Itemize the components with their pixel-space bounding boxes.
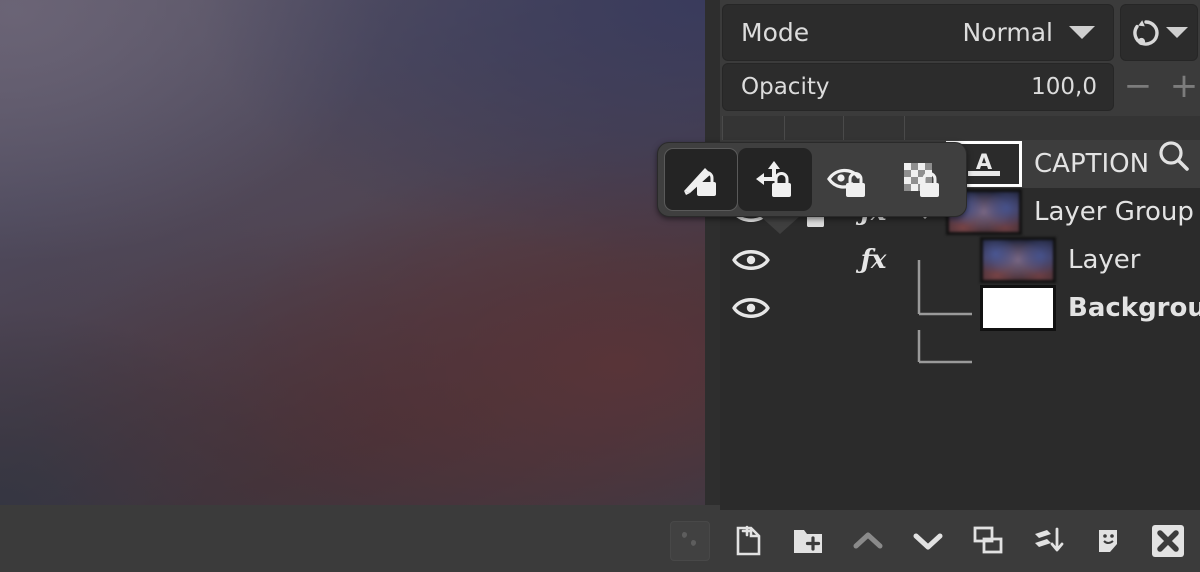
opacity-label: Opacity <box>741 74 830 100</box>
anchor-floating-layer-button[interactable] <box>660 510 720 572</box>
move-lock-icon <box>756 160 791 197</box>
visibility-eye-icon <box>732 250 770 270</box>
new-layer-icon <box>736 525 761 556</box>
search-icon <box>1159 141 1189 171</box>
new-layer-group-icon <box>794 530 822 553</box>
lower-layer-button[interactable] <box>902 510 954 572</box>
lock-position-button[interactable] <box>738 148 812 211</box>
chevron-down-icon <box>1166 27 1188 38</box>
mode-selector[interactable]: Mode Normal <box>722 4 1114 61</box>
fx-icon: ƒx <box>860 245 887 275</box>
layer-thumbnail[interactable] <box>980 237 1056 283</box>
layer-mask-icon <box>1099 530 1117 552</box>
layer-name[interactable]: CAPTION <box>1034 149 1149 179</box>
opacity-increase-button[interactable]: + <box>1162 63 1200 109</box>
opacity-decrease-button[interactable]: − <box>1116 63 1160 109</box>
layer-list-column-headers <box>722 116 1200 140</box>
duplicate-icon <box>973 526 1003 554</box>
eye-lock-icon <box>827 168 865 197</box>
merge-down-button[interactable] <box>1022 510 1074 572</box>
lock-popup-tail <box>760 216 800 234</box>
lock-visibility-button[interactable] <box>812 148 886 211</box>
raise-layer-button[interactable] <box>842 510 894 572</box>
opacity-row: Opacity 100,0 − + <box>720 63 1200 111</box>
layer-visibility-toggle[interactable] <box>720 246 782 274</box>
merge-down-icon <box>1035 527 1064 552</box>
opacity-value: 100,0 <box>1031 74 1097 100</box>
layer-row[interactable]: ƒx Layer <box>720 236 1200 284</box>
layer-row[interactable]: Background <box>720 284 1200 332</box>
visibility-eye-icon <box>732 298 770 318</box>
layer-effects-toggle[interactable]: ƒx <box>842 245 904 275</box>
search-button[interactable] <box>1155 138 1193 180</box>
anchor-icon <box>682 532 697 546</box>
layers-bottom-toolbar <box>0 510 1200 572</box>
lock-pixels-button[interactable] <box>664 148 738 211</box>
mode-value: Normal <box>962 18 1053 47</box>
layer-thumbnail[interactable] <box>980 285 1056 331</box>
column-divider <box>784 116 785 140</box>
add-layer-mask-button[interactable] <box>1082 510 1134 572</box>
layer-name[interactable]: Layer <box>1068 245 1141 275</box>
layer-visibility-toggle[interactable] <box>720 294 782 322</box>
chevron-up-icon <box>853 532 883 549</box>
opacity-slider[interactable]: Opacity 100,0 <box>722 63 1114 111</box>
gimp-layers-dock: Mode Normal Opacity 100,0 − + A CAPTION … <box>0 0 1200 572</box>
checkerboard-lock-icon <box>904 162 939 197</box>
brush-lock-icon <box>684 167 716 196</box>
new-layer-button[interactable] <box>722 510 774 572</box>
layers-dockable: Mode Normal Opacity 100,0 − + A CAPTION … <box>720 0 1200 572</box>
duplicate-layer-button[interactable] <box>962 510 1014 572</box>
delete-x-icon <box>1152 525 1184 557</box>
canvas-right-margin <box>705 0 720 505</box>
image-canvas[interactable] <box>0 0 705 505</box>
mode-row: Mode Normal <box>720 4 1200 61</box>
svg-text:A: A <box>976 150 993 174</box>
text-layer-icon: A <box>968 149 1000 176</box>
mode-label: Mode <box>741 18 810 47</box>
new-layer-group-button[interactable] <box>782 510 834 572</box>
mode-group-switch-button[interactable] <box>1120 4 1198 61</box>
column-divider <box>843 116 844 140</box>
lock-popup[interactable] <box>657 142 967 217</box>
chevron-down-icon <box>1069 26 1095 39</box>
delete-layer-button[interactable] <box>1142 510 1194 572</box>
chevron-down-icon <box>913 533 943 550</box>
anchor-icon-frame <box>670 521 710 561</box>
layer-name[interactable]: Layer Group <box>1034 197 1194 227</box>
column-divider <box>722 116 723 140</box>
mode-group-switch-icon <box>1133 19 1159 46</box>
layer-name[interactable]: Background <box>1068 293 1200 323</box>
column-divider <box>904 116 905 140</box>
lock-alpha-button[interactable] <box>886 148 960 211</box>
